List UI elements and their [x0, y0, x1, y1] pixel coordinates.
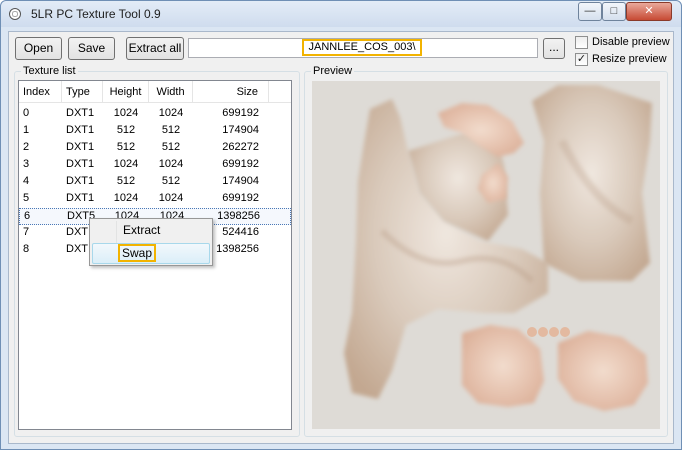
cell-width: 1024 — [158, 158, 184, 170]
preview-nail-2 — [538, 327, 548, 337]
texture-list-label: Texture list — [21, 65, 78, 77]
preview-label: Preview — [311, 65, 355, 77]
menu-item-swap[interactable]: Swap — [92, 243, 210, 264]
table-row[interactable]: 0 DXT1 1024 1024 699192 — [19, 106, 291, 123]
extract-all-button[interactable]: Extract all — [126, 37, 184, 60]
path-input[interactable]: JANNLEE_COS_003\ — [188, 38, 538, 58]
resize-preview-checkbox[interactable]: ✓ Resize preview — [575, 51, 667, 67]
client-area: Open Save Extract all JANNLEE_COS_003\ .… — [8, 31, 674, 444]
cell-size: 699192 — [222, 192, 259, 204]
app-icon — [9, 8, 21, 20]
cell-height: 1024 — [113, 192, 139, 204]
save-button[interactable]: Save — [68, 37, 115, 60]
cell-type: DXT1 — [66, 124, 95, 136]
menu-item-swap-label: Swap — [118, 244, 157, 262]
cell-index: 7 — [23, 226, 30, 238]
window-title: 5LR PC Texture Tool 0.9 — [31, 7, 161, 21]
preview-nail-3 — [549, 327, 559, 337]
resize-preview-label: Resize preview — [592, 53, 667, 65]
column-header-size[interactable]: Size — [193, 81, 269, 103]
cell-type: DXT1 — [66, 107, 95, 119]
context-menu: Extract Swap — [89, 218, 213, 266]
column-header-index[interactable]: Index — [19, 81, 62, 103]
cell-width: 1024 — [158, 107, 184, 119]
disable-preview-box[interactable] — [575, 35, 588, 49]
close-button[interactable]: ✕ — [626, 2, 672, 21]
cell-index: 3 — [23, 158, 30, 170]
cell-index: 0 — [23, 107, 30, 119]
cell-size: 699192 — [222, 107, 259, 119]
open-button[interactable]: Open — [15, 37, 62, 60]
cell-type: DXT1 — [66, 141, 95, 153]
disable-preview-checkbox[interactable]: Disable preview — [575, 34, 670, 50]
column-header-height[interactable]: Height — [103, 81, 149, 103]
cell-index: 8 — [23, 243, 30, 255]
texture-list-header: Index Type Height Width Size — [19, 81, 291, 103]
cell-height: 1024 — [113, 107, 139, 119]
column-header-type[interactable]: Type — [62, 81, 103, 103]
cell-height: 512 — [116, 124, 136, 136]
texture-preview-image — [312, 81, 660, 429]
texture-preview — [312, 81, 660, 429]
maximize-button[interactable]: □ — [602, 2, 626, 21]
minimize-button[interactable]: — — [578, 2, 602, 21]
cell-width: 512 — [161, 124, 181, 136]
cell-size: 174904 — [222, 124, 259, 136]
cell-type: DXT1 — [66, 158, 95, 170]
title-bar[interactable]: 5LR PC Texture Tool 0.9 — □ ✕ — [1, 1, 681, 27]
resize-preview-box[interactable]: ✓ — [575, 52, 588, 66]
cell-height: 1024 — [113, 158, 139, 170]
table-row[interactable]: 3 DXT1 1024 1024 699192 — [19, 157, 291, 174]
table-row[interactable]: 5 DXT1 1024 1024 699192 — [19, 191, 291, 208]
cell-width: 1024 — [158, 192, 184, 204]
preview-nail-4 — [560, 327, 570, 337]
table-row[interactable]: 4 DXT1 512 512 174904 — [19, 174, 291, 191]
disable-preview-label: Disable preview — [592, 36, 670, 48]
cell-width: 512 — [161, 175, 181, 187]
path-value: JANNLEE_COS_003\ — [302, 39, 422, 56]
cell-size: 174904 — [222, 175, 259, 187]
preview-nail-1 — [527, 327, 537, 337]
column-header-width[interactable]: Width — [149, 81, 193, 103]
menu-item-extract-label: Extract — [123, 223, 161, 237]
cell-index: 5 — [23, 192, 30, 204]
cell-height: 512 — [116, 141, 136, 153]
table-row[interactable]: 1 DXT1 512 512 174904 — [19, 123, 291, 140]
cell-index: 6 — [24, 210, 31, 222]
cell-size: 262272 — [222, 141, 259, 153]
cell-type: DXT1 — [66, 192, 95, 204]
cell-index: 4 — [23, 175, 30, 187]
cell-size: 699192 — [222, 158, 259, 170]
cell-index: 2 — [23, 141, 30, 153]
cell-index: 1 — [23, 124, 30, 136]
cell-height: 512 — [116, 175, 136, 187]
cell-width: 512 — [161, 141, 181, 153]
browse-button[interactable]: ... — [543, 38, 565, 59]
cell-type: DXT1 — [66, 175, 95, 187]
app-window: 5LR PC Texture Tool 0.9 — □ ✕ Open Save … — [0, 0, 682, 450]
table-row[interactable]: 2 DXT1 512 512 262272 — [19, 140, 291, 157]
menu-item-extract[interactable]: Extract — [92, 221, 210, 242]
